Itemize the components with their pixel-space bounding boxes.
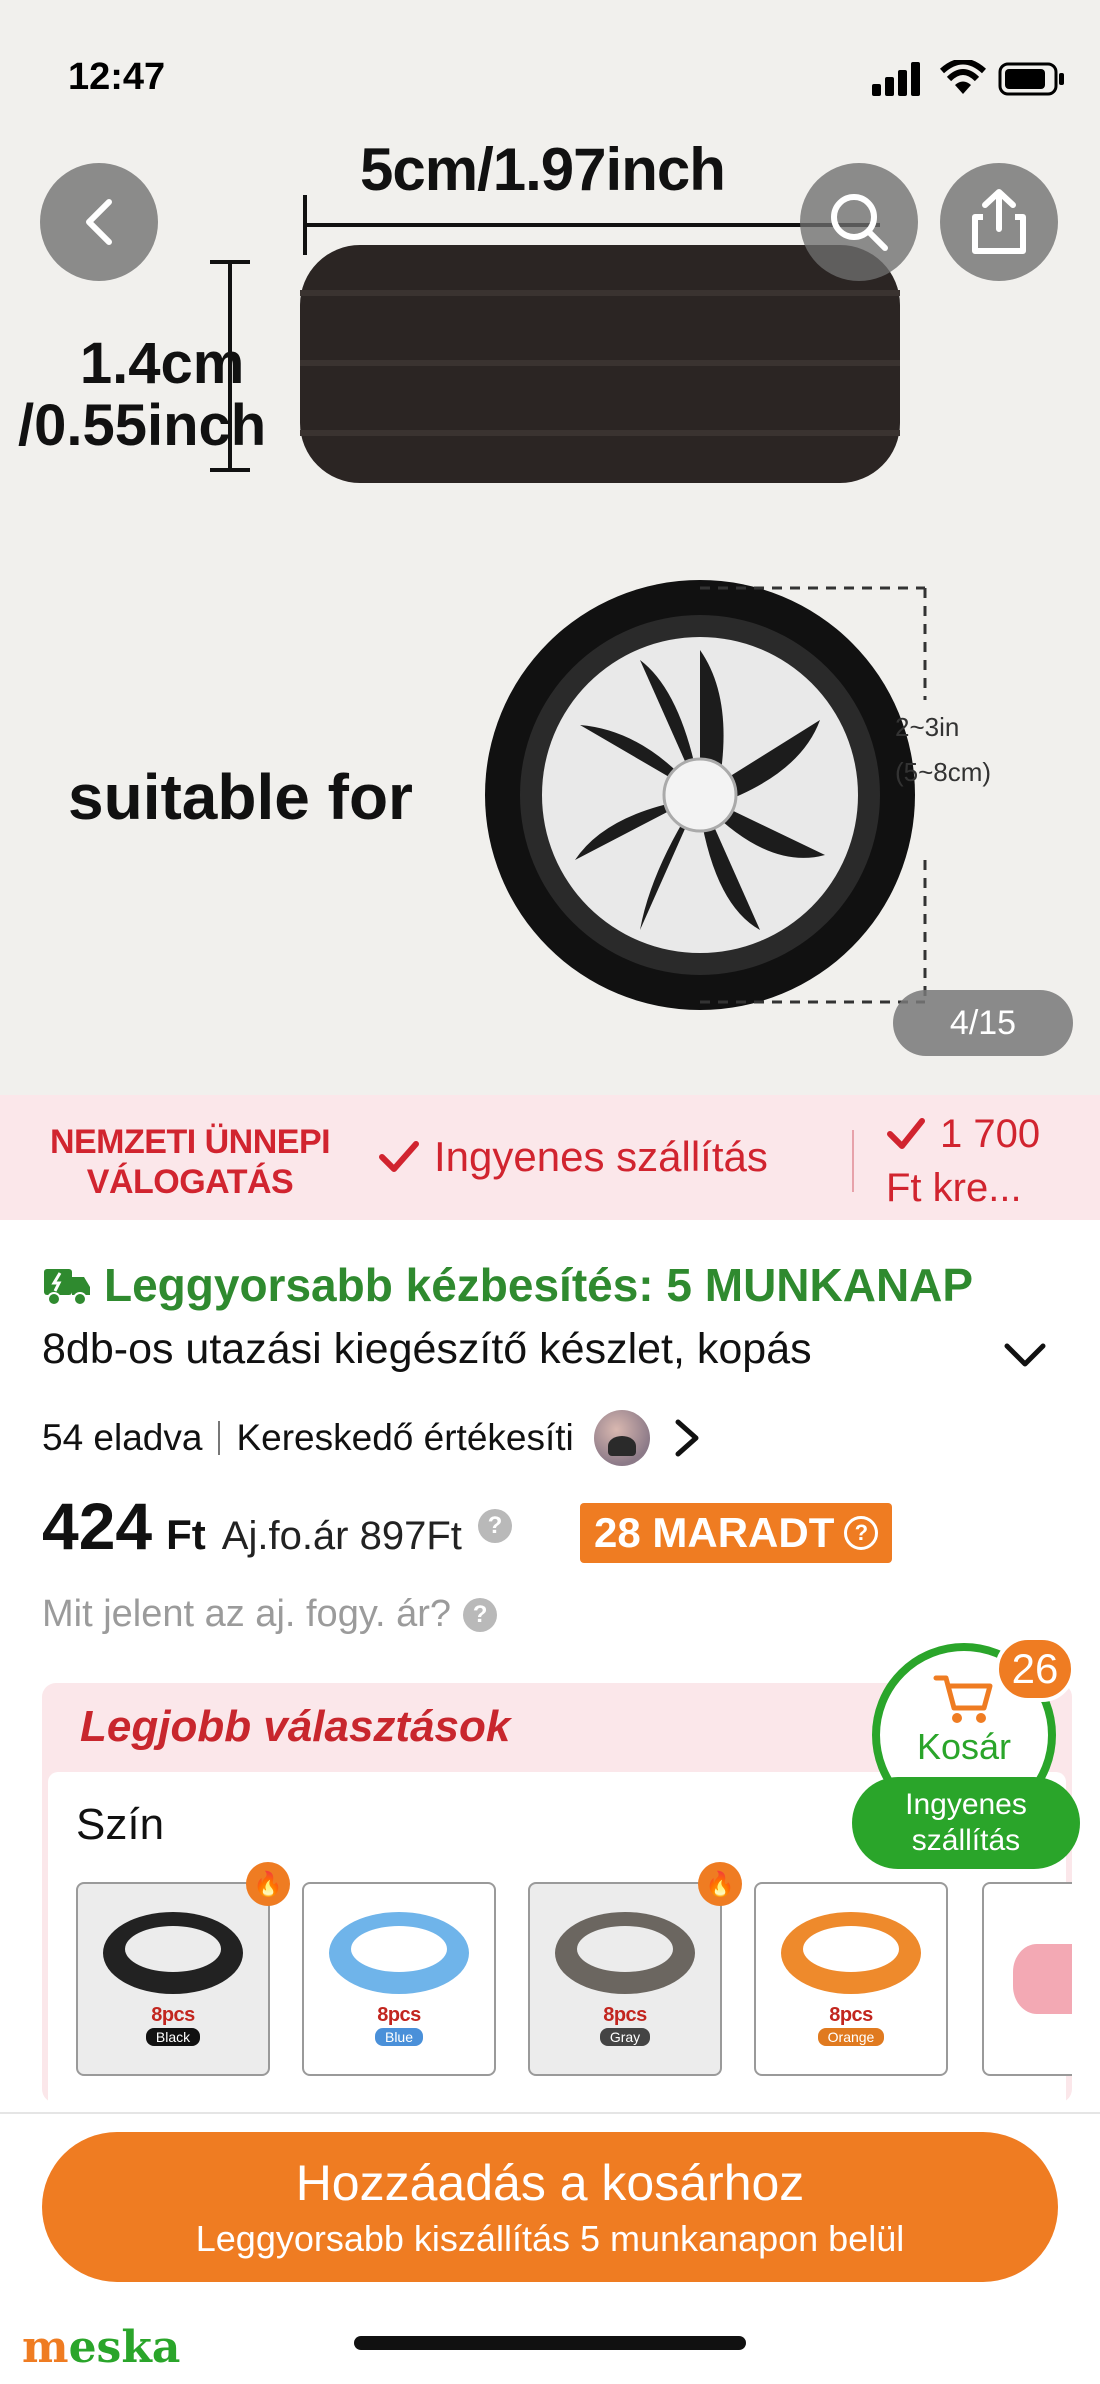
promo-free-shipping: Ingyenes szállítás bbox=[378, 1133, 768, 1181]
wheel-size-line1: 2~3in bbox=[895, 712, 960, 742]
best-choices-title: Legjobb választások bbox=[80, 1702, 511, 1751]
remaining-badge-label: 28 MARADT bbox=[594, 1509, 835, 1556]
swatch-count: 8pcs bbox=[151, 2004, 195, 2026]
cart-free-line1: Ingyenes bbox=[905, 1788, 1027, 1821]
image-pager: 4/15 bbox=[893, 990, 1073, 1056]
ring-image bbox=[103, 1912, 243, 1994]
signal-icon bbox=[872, 62, 920, 96]
help-icon: ? bbox=[844, 1516, 879, 1550]
search-icon bbox=[831, 194, 888, 251]
swatch-name: Orange bbox=[817, 2028, 885, 2046]
chevron-down-icon[interactable] bbox=[1003, 1340, 1047, 1370]
promo-credit-line1: 1 700 bbox=[940, 1112, 1041, 1156]
swatch-count: 8pcs bbox=[377, 2004, 421, 2026]
ring-image bbox=[781, 1912, 921, 1994]
promo-brand-line2: VÁLOGATÁS bbox=[86, 1163, 294, 1201]
promo-free-shipping-label: Ingyenes szállítás bbox=[434, 1133, 768, 1180]
promo-brand-line1: NEMZETI ÜNNEPI bbox=[49, 1123, 331, 1161]
help-icon: ? bbox=[463, 1597, 498, 1632]
cart-label: Kosár bbox=[916, 1726, 1012, 1767]
check-icon bbox=[379, 1141, 419, 1172]
battery-icon bbox=[998, 62, 1064, 96]
swatch-count: 8pcs bbox=[829, 2004, 873, 2026]
wifi-icon bbox=[940, 60, 986, 94]
fast-delivery-label: Leggyorsabb kézbesítés: 5 MUNKANAP bbox=[104, 1259, 974, 1311]
add-to-cart-label: Hozzáadás a kosárhoz bbox=[295, 2155, 805, 2211]
dimension-width-label: 5cm/1.97inch bbox=[360, 136, 726, 203]
dimension-height-line2: /0.55inch bbox=[18, 393, 267, 458]
chevron-right-icon bbox=[675, 1419, 699, 1457]
swatch-name: Black bbox=[145, 2028, 201, 2046]
swatch-name: Blue bbox=[374, 2028, 424, 2046]
promo-divider bbox=[852, 1130, 854, 1192]
color-label: Szín bbox=[76, 1800, 165, 1849]
promo-credit-line2: Ft kre... bbox=[886, 1166, 1022, 1210]
color-swatch-gray[interactable]: 8pcs Gray bbox=[528, 1882, 722, 2076]
ring-image bbox=[555, 1912, 695, 1994]
price-value: 424 bbox=[42, 1489, 153, 1563]
fire-icon: 🔥 bbox=[698, 1862, 742, 1906]
divider bbox=[218, 1421, 221, 1455]
product-image[interactable]: 5cm/1.97inch 1.4cm /0.55inch suitable fo… bbox=[0, 0, 1100, 1095]
fire-icon: 🔥 bbox=[246, 1862, 290, 1906]
reference-price: Aj.fo.ár 897Ft bbox=[221, 1514, 462, 1558]
fast-delivery: Leggyorsabb kézbesítés: 5 MUNKANAP bbox=[42, 1258, 973, 1312]
swatch-count: 8pcs bbox=[603, 2004, 647, 2026]
color-swatch-orange[interactable]: 8pcs Orange bbox=[754, 1882, 948, 2076]
cart-free-line2: szállítás bbox=[911, 1824, 1021, 1857]
remaining-badge[interactable]: 28 MARADT ? bbox=[580, 1503, 893, 1563]
sales-row[interactable]: 54 eladva Kereskedő értékesíti bbox=[42, 1410, 702, 1466]
wheel-size-line2: (5~8cm) bbox=[895, 757, 992, 787]
sold-count: 54 eladva bbox=[42, 1417, 203, 1458]
cart-free-shipping: Ingyenes szállítás bbox=[852, 1777, 1080, 1869]
back-button[interactable] bbox=[40, 163, 158, 281]
share-button[interactable] bbox=[940, 163, 1058, 281]
color-swatch-black[interactable]: 8pcs Black bbox=[76, 1882, 270, 2076]
dimension-height-line1: 1.4cm bbox=[79, 331, 245, 396]
search-button[interactable] bbox=[800, 163, 918, 281]
suitable-for-label: suitable for bbox=[68, 761, 413, 833]
price-explainer-text: Mit jelent az aj. fogy. ár? bbox=[42, 1593, 452, 1635]
product-title[interactable]: 8db-os utazási kiegészítő készlet, kopás bbox=[42, 1325, 952, 1374]
home-indicator[interactable] bbox=[354, 2336, 746, 2350]
seller-rating-label: Kereskedő értékesíti bbox=[236, 1417, 574, 1458]
seller-avatar bbox=[593, 1410, 650, 1466]
ring-image bbox=[329, 1912, 469, 1994]
promo-brand: NEMZETI ÜNNEPI VÁLOGATÁS bbox=[30, 1122, 350, 1202]
add-to-cart-button[interactable]: Hozzáadás a kosárhoz Leggyorsabb kiszáll… bbox=[42, 2132, 1058, 2282]
share-icon bbox=[972, 189, 1026, 254]
color-swatch-pink[interactable] bbox=[982, 1882, 1072, 2076]
help-icon[interactable]: ? bbox=[477, 1509, 512, 1543]
promo-credit: 1 700 Ft kre... bbox=[886, 1107, 1040, 1215]
dimension-height-label: 1.4cm /0.55inch bbox=[18, 333, 266, 457]
price-explainer-link[interactable]: Mit jelent az aj. fogy. ár? ? bbox=[42, 1593, 498, 1636]
meska-logo: meska bbox=[22, 2322, 181, 2373]
status-time: 12:47 bbox=[68, 56, 166, 98]
swatch-name: Gray bbox=[599, 2028, 651, 2046]
wheel-size-label: 2~3in (5~8cm) bbox=[895, 705, 991, 795]
ring-image bbox=[1013, 1944, 1072, 2014]
price-currency: Ft bbox=[166, 1511, 206, 1558]
chevron-left-icon bbox=[86, 199, 112, 245]
cart-count-badge: 26 bbox=[995, 1636, 1075, 1702]
price-row: 424 Ft Aj.fo.ár 897Ft ? bbox=[42, 1488, 512, 1564]
check-icon bbox=[887, 1118, 925, 1149]
cart-icon bbox=[933, 1675, 993, 1723]
color-swatch-blue[interactable]: 8pcs Blue bbox=[302, 1882, 496, 2076]
delivery-truck-icon bbox=[44, 1269, 90, 1306]
add-to-cart-sublabel: Leggyorsabb kiszállítás 5 munkanapon bel… bbox=[195, 2218, 905, 2259]
